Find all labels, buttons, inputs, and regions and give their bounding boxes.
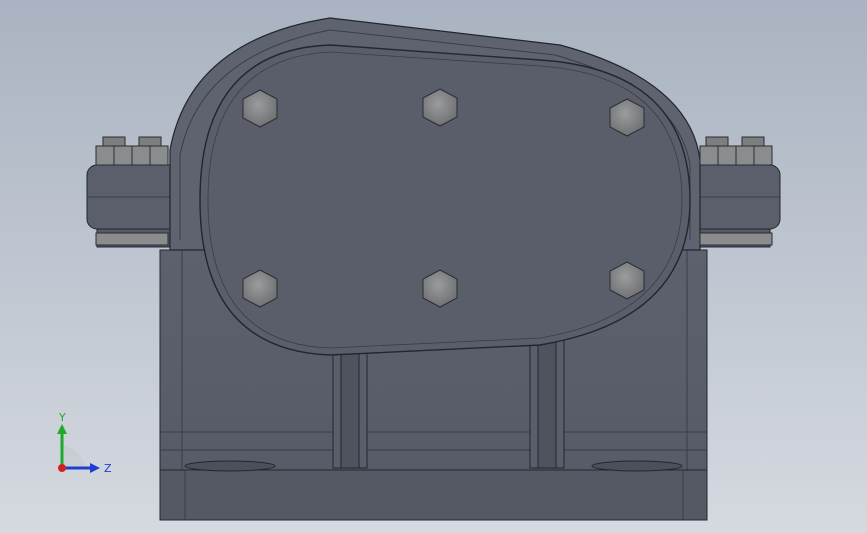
x-axis-dot [58,464,66,472]
model-view[interactable] [0,0,867,533]
z-axis-arrow [90,463,100,473]
graphics-viewport[interactable]: Y Z [0,0,867,533]
z-axis-label: Z [104,462,112,475]
y-axis-label: Y [58,411,66,424]
triad-plane [64,446,86,466]
y-axis-arrow [57,424,67,434]
orientation-triad: Y Z [57,411,112,475]
